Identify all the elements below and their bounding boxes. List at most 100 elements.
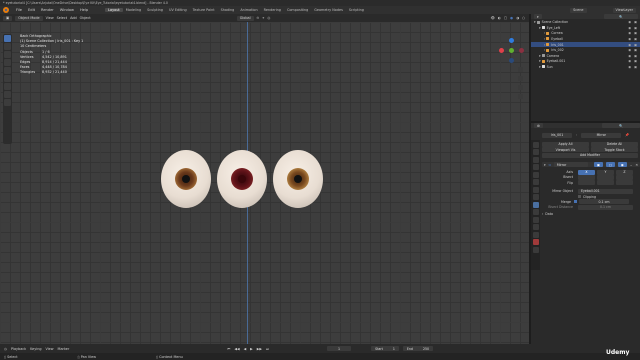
xray-icon[interactable]: ▢ — [504, 16, 507, 20]
menu-view[interactable]: View — [46, 16, 54, 20]
tab-texture-paint[interactable]: Texture Paint — [190, 8, 218, 12]
render-camera-icon[interactable]: ▣ — [634, 54, 637, 58]
expand-arrow-icon[interactable]: ▾ — [539, 26, 541, 30]
current-frame-field[interactable]: 1 — [327, 346, 352, 351]
view-layer-tab-icon[interactable] — [532, 164, 539, 170]
tab-modeling[interactable]: Modeling — [123, 8, 144, 12]
modifier-breadcrumb[interactable]: Mirror — [581, 132, 622, 138]
add-modifier-button[interactable]: Add Modifier — [542, 152, 638, 158]
menu-object[interactable]: Object — [80, 16, 91, 20]
edit-mode-toggle-icon[interactable]: ▣ — [593, 162, 603, 168]
data-chevron-icon[interactable]: › — [542, 212, 543, 216]
start-frame-field[interactable]: Start 1 — [371, 346, 399, 351]
play-reverse-icon[interactable]: ◀ — [244, 347, 247, 351]
tab-animation[interactable]: Animation — [237, 8, 260, 12]
menu-select[interactable]: Select — [57, 16, 67, 20]
bisect-distance-field[interactable]: 0.1 cm — [578, 204, 633, 210]
delete-all-button[interactable]: Delete All — [591, 141, 638, 147]
visibility-eye-icon[interactable]: ◉ — [628, 43, 631, 47]
move-tool-icon[interactable] — [4, 51, 11, 58]
bisect-y-toggle[interactable] — [597, 174, 614, 180]
gizmo-y-icon[interactable] — [509, 48, 514, 53]
menu-timeline-view[interactable]: View — [46, 347, 54, 351]
mode-selector[interactable]: Object Mode — [15, 15, 43, 21]
blender-logo-icon[interactable] — [3, 7, 9, 13]
view-layer-selector[interactable]: ViewLayer — [612, 7, 636, 13]
measure-tool-icon[interactable] — [4, 91, 11, 98]
gizmo-neg-x-icon[interactable] — [519, 48, 524, 53]
outliner-row[interactable]: ▾ Sun ◉ ▣ — [531, 64, 640, 70]
shading-solid-icon[interactable]: ● — [510, 16, 513, 20]
particles-tab-icon[interactable] — [532, 209, 539, 215]
render-tab-icon[interactable] — [532, 149, 539, 155]
tab-layout[interactable]: Layout — [105, 8, 123, 12]
scene-selector[interactable]: Scene — [570, 7, 587, 13]
menu-window[interactable]: Window — [57, 8, 77, 12]
render-camera-icon[interactable]: ▣ — [634, 59, 637, 63]
snap-icon[interactable]: ⌖ — [262, 16, 264, 20]
render-camera-icon[interactable]: ▣ — [634, 31, 637, 35]
add-cube-tool-icon[interactable] — [4, 99, 11, 106]
zoom-icon[interactable] — [518, 67, 523, 72]
apply-all-button[interactable]: Apply All — [542, 141, 589, 147]
expand-arrow-icon[interactable]: › — [544, 48, 545, 52]
scale-tool-icon[interactable] — [4, 67, 11, 74]
play-icon[interactable]: ▶ — [250, 347, 253, 351]
world-tab-icon[interactable] — [532, 179, 539, 185]
visibility-eye-icon[interactable]: ◉ — [628, 20, 631, 24]
tab-shading[interactable]: Shading — [218, 8, 238, 12]
tool-tab-icon[interactable] — [532, 141, 539, 148]
object-tab-icon[interactable] — [532, 194, 539, 200]
visibility-eye-icon[interactable]: ◉ — [628, 54, 631, 58]
expand-arrow-icon[interactable]: ▾ — [539, 54, 541, 58]
render-camera-icon[interactable]: ▣ — [634, 43, 637, 47]
visibility-eye-icon[interactable]: ◉ — [628, 31, 631, 35]
visibility-eye-icon[interactable]: ◉ — [628, 59, 631, 63]
camera-view-icon[interactable] — [518, 85, 523, 90]
menu-keying[interactable]: Keying — [30, 347, 41, 351]
physics-tab-icon[interactable] — [532, 216, 539, 223]
pivot-icon[interactable]: ⊙ — [257, 16, 260, 20]
eyeball-right[interactable] — [273, 150, 323, 208]
gizmo-x-icon[interactable] — [499, 48, 504, 53]
clipping-checkbox[interactable] — [578, 195, 581, 199]
annotate-tool-icon[interactable] — [4, 83, 11, 90]
properties-editor-icon[interactable]: ⚙ — [534, 123, 543, 129]
jump-end-icon[interactable]: ⏭ — [266, 347, 269, 351]
shading-material-icon[interactable]: ◑ — [516, 16, 519, 20]
menu-marker[interactable]: Marker — [58, 347, 70, 351]
properties-search-input[interactable]: 🔍 — [602, 123, 640, 129]
gizmo-neg-z-icon[interactable] — [509, 58, 514, 63]
tab-uv-editing[interactable]: UV Editing — [166, 8, 190, 12]
shading-rendered-icon[interactable]: ○ — [522, 16, 525, 20]
expand-arrow-icon[interactable]: ▾ — [539, 65, 541, 69]
merge-checkbox[interactable] — [574, 200, 577, 204]
timeline-editor-icon[interactable]: ◷ — [4, 347, 7, 351]
editor-type-icon[interactable]: ▣ — [3, 15, 13, 21]
menu-help[interactable]: Help — [77, 8, 91, 12]
data-subpanel-label[interactable]: Data — [545, 212, 553, 216]
pin-icon[interactable]: 📌 — [625, 133, 629, 137]
viewport-vis-button[interactable]: Viewport Vis — [542, 147, 589, 153]
expand-arrow-icon[interactable]: ▾ — [539, 59, 541, 63]
render-camera-icon[interactable]: ▣ — [634, 20, 637, 24]
expand-arrow-icon[interactable]: › — [544, 31, 545, 35]
visibility-eye-icon[interactable]: ◉ — [628, 26, 631, 30]
eyeball-left[interactable] — [161, 150, 211, 208]
cursor-tool-icon[interactable] — [4, 43, 11, 50]
texture-tab-icon[interactable] — [532, 246, 539, 253]
data-tab-icon[interactable] — [532, 231, 539, 238]
proportional-edit-icon[interactable]: ◎ — [267, 16, 270, 20]
bisect-x-toggle[interactable] — [578, 174, 595, 180]
flip-z-toggle[interactable] — [616, 180, 633, 186]
collapse-chevron-icon[interactable]: ▾ — [544, 163, 546, 167]
prev-key-icon[interactable]: ◀◀ — [234, 347, 239, 351]
modifier-close-icon[interactable]: ✕ — [635, 163, 638, 167]
visibility-eye-icon[interactable]: ◉ — [628, 65, 631, 69]
overlays-icon[interactable]: ◐ — [498, 16, 501, 20]
flip-x-toggle[interactable] — [578, 180, 595, 186]
viewport-toggle-icon[interactable]: ▢ — [605, 162, 615, 168]
modifier-tab-icon[interactable] — [532, 201, 539, 208]
end-frame-field[interactable]: End 250 — [402, 346, 434, 351]
bisect-z-toggle[interactable] — [616, 174, 633, 180]
